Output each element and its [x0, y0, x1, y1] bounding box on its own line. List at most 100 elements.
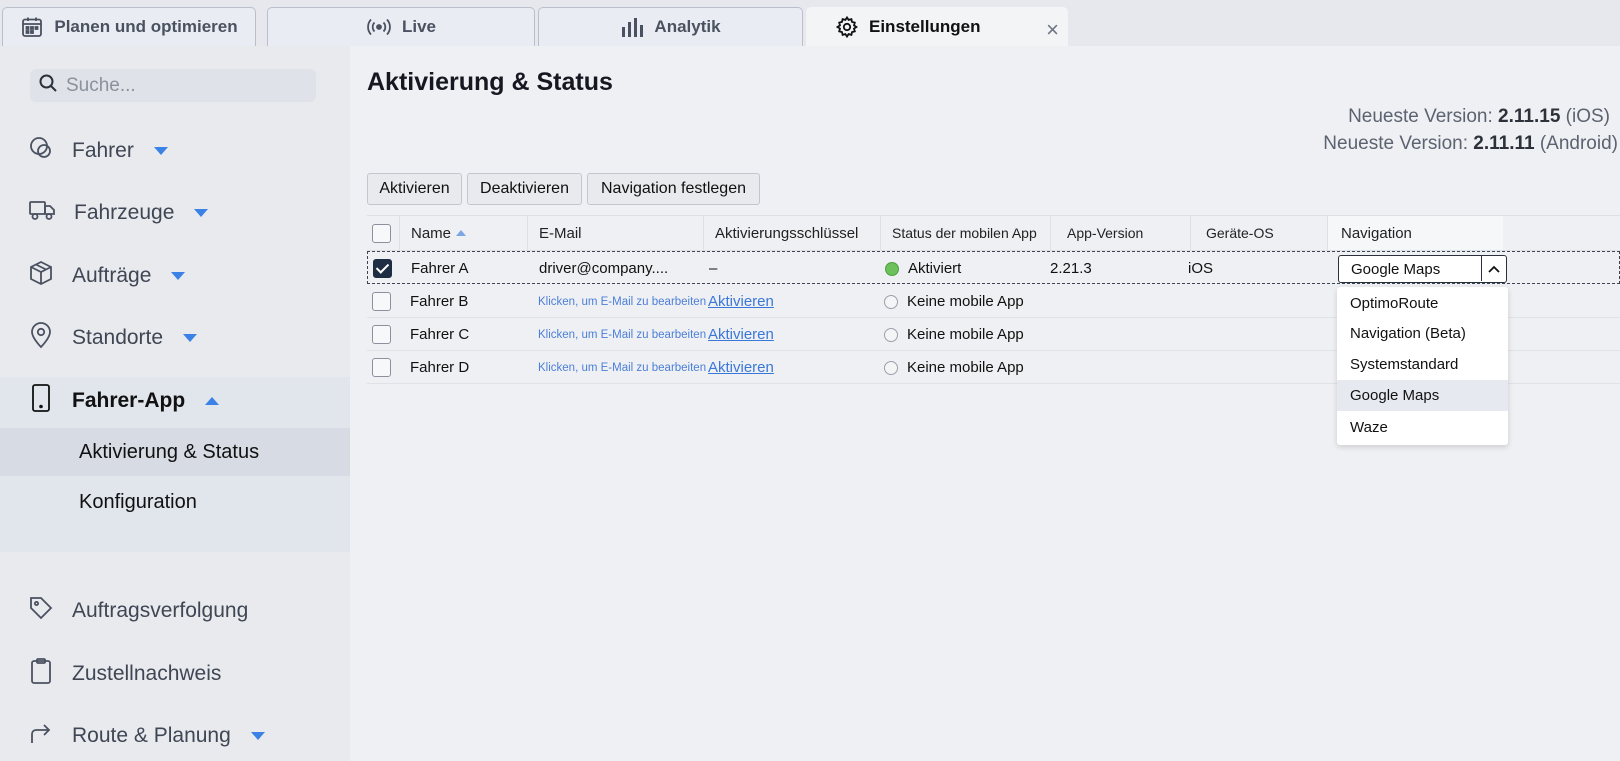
drivers-icon: [28, 135, 54, 167]
chevron-down-icon: [250, 732, 265, 740]
activate-button[interactable]: Aktivieren: [367, 173, 462, 205]
version-label: Neueste Version:: [1348, 106, 1493, 127]
status-inactive-dot: [884, 327, 898, 342]
edit-email-link[interactable]: Klicken, um E-Mail zu bearbeiten: [538, 318, 706, 351]
column-header-name[interactable]: Name: [399, 216, 527, 250]
sidebar-subitem-configuration[interactable]: Konfiguration: [0, 478, 350, 526]
row-checkbox-cell: [372, 351, 391, 384]
close-icon[interactable]: ×: [1046, 17, 1059, 43]
truck-icon: [28, 198, 56, 228]
row-checkbox[interactable]: [372, 292, 391, 311]
sidebar-item-locations[interactable]: Standorte: [0, 310, 350, 366]
driver-name: Fahrer A: [411, 260, 469, 277]
bar-chart-icon: [620, 16, 644, 38]
activate-link[interactable]: Aktivieren: [708, 293, 774, 310]
latest-version-ios: Neueste Version: 2.11.15 (iOS): [1348, 106, 1610, 128]
app-status: Keine mobile App: [884, 318, 1024, 351]
option-waze[interactable]: Waze: [1337, 412, 1508, 443]
row-checkbox-cell: [372, 318, 391, 351]
location-pin-icon: [28, 321, 54, 355]
app-status: Keine mobile App: [884, 285, 1024, 318]
chevron-down-icon: [153, 147, 168, 155]
sort-ascending-icon: [456, 230, 467, 236]
status-text: Aktiviert: [908, 260, 962, 277]
deactivate-button[interactable]: Deaktivieren: [467, 173, 582, 205]
option-optimoroute[interactable]: OptimoRoute: [1337, 288, 1508, 319]
tab-settings[interactable]: Einstellungen ×: [806, 7, 1068, 46]
page-title: Aktivierung & Status: [367, 68, 613, 96]
sidebar-group-driver-app: Fahrer-App Aktivierung & Status Konfigur…: [0, 377, 350, 552]
sidebar-item-route-planning[interactable]: Route & Planung: [0, 708, 350, 761]
sidebar-item-orders[interactable]: Aufträge: [0, 248, 350, 304]
row-checkbox-cell: [372, 285, 391, 318]
tab-label: Live: [401, 17, 437, 36]
gear-icon: [835, 15, 859, 39]
column-header-email[interactable]: E-Mail: [527, 216, 703, 250]
column-label: Name: [411, 224, 452, 242]
status-text: Keine mobile App: [907, 326, 1024, 343]
column-header-app-status[interactable]: Status der mobilen App: [880, 216, 1050, 250]
search-box: [30, 69, 316, 102]
option-navigation-beta[interactable]: Navigation (Beta): [1337, 318, 1508, 349]
option-system-default[interactable]: Systemstandard: [1337, 349, 1508, 380]
status-text: Keine mobile App: [907, 293, 1024, 310]
sidebar-subitem-label: Konfiguration: [79, 490, 197, 513]
activation-key: Aktivieren: [708, 285, 774, 318]
sidebar-item-driver-app[interactable]: Fahrer-App: [0, 373, 350, 429]
select-all-cell: [367, 216, 399, 250]
driver-name: Fahrer B: [410, 293, 469, 310]
navigation-select-value: Google Maps: [1351, 260, 1441, 278]
driver-email[interactable]: driver@company....: [539, 252, 668, 285]
driver-name: Fahrer C: [410, 326, 470, 343]
sidebar-item-label: Fahrer-App: [72, 389, 186, 412]
version-number: 2.11.15: [1498, 106, 1561, 127]
tab-live[interactable]: Live: [267, 7, 535, 46]
column-header-app-version[interactable]: App-Version: [1050, 216, 1190, 250]
chevron-up-icon[interactable]: [1481, 256, 1506, 281]
tab-analytics[interactable]: Analytik: [538, 7, 803, 46]
device-os: iOS: [1188, 260, 1214, 277]
tab-plan-optimize[interactable]: Planen und optimieren: [2, 7, 256, 46]
app-version: 2.21.3: [1050, 260, 1092, 277]
column-header-activation-key[interactable]: Aktivierungsschlüssel: [703, 216, 880, 250]
column-header-device-os[interactable]: Geräte-OS: [1190, 216, 1327, 250]
option-google-maps[interactable]: Google Maps: [1337, 380, 1508, 411]
edit-email-link[interactable]: Klicken, um E-Mail zu bearbeiten: [538, 351, 706, 384]
column-header-navigation[interactable]: Navigation: [1327, 216, 1503, 250]
version-label: Neueste Version:: [1323, 133, 1468, 154]
status-inactive-dot: [884, 360, 898, 375]
search-input[interactable]: [66, 74, 296, 97]
sidebar-subitem-activation-status[interactable]: Aktivierung & Status: [0, 428, 350, 476]
edit-email-link[interactable]: Klicken, um E-Mail zu bearbeiten: [538, 285, 706, 318]
app-status: Aktiviert: [885, 252, 961, 285]
calendar-icon: [20, 15, 44, 39]
chevron-down-icon: [183, 334, 198, 342]
set-navigation-button[interactable]: Navigation festlegen: [587, 173, 760, 205]
activate-link[interactable]: Aktivieren: [708, 326, 774, 343]
navigation-select[interactable]: Google Maps: [1338, 255, 1507, 283]
version-platform: (iOS): [1565, 106, 1610, 127]
activation-key: Aktivieren: [708, 318, 774, 351]
sidebar-subitem-label: Aktivierung & Status: [79, 440, 260, 463]
sidebar-item-proof-of-delivery[interactable]: Zustellnachweis: [0, 646, 350, 702]
sidebar-item-label: Route & Planung: [72, 724, 231, 747]
tag-icon: [28, 595, 54, 627]
tab-bar: Planen und optimieren Live Analytik Eins…: [0, 0, 1620, 46]
app-status: Keine mobile App: [884, 351, 1024, 384]
sidebar-item-label: Zustellnachweis: [72, 662, 222, 685]
clipboard-icon: [28, 657, 54, 691]
activation-key: Aktivieren: [708, 351, 774, 384]
route-arrow-icon: [28, 720, 54, 752]
row-checkbox[interactable]: [372, 358, 391, 377]
activate-link[interactable]: Aktivieren: [708, 359, 774, 376]
sidebar-item-order-tracking[interactable]: Auftragsverfolgung: [0, 583, 350, 639]
tab-label: Einstellungen: [869, 17, 981, 36]
sidebar-item-drivers[interactable]: Fahrer: [0, 123, 350, 179]
package-icon: [28, 260, 54, 292]
row-checkbox[interactable]: [373, 259, 392, 278]
select-all-checkbox[interactable]: [372, 223, 391, 243]
sidebar-item-label: Standorte: [72, 326, 164, 349]
row-checkbox-cell: [373, 252, 392, 285]
sidebar-item-vehicles[interactable]: Fahrzeuge: [0, 185, 350, 241]
row-checkbox[interactable]: [372, 325, 391, 344]
